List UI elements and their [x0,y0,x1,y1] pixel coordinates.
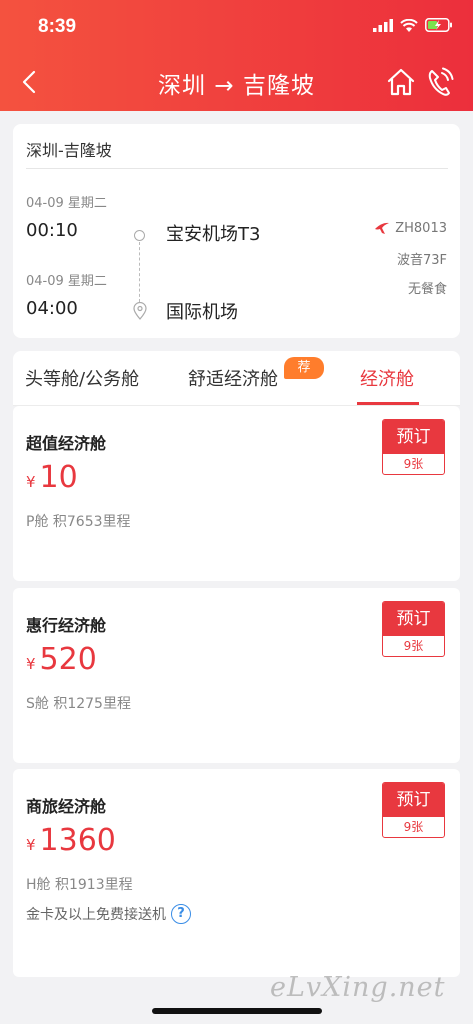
aircraft-type: 波音73F [396,253,447,268]
route-dash-line [139,242,140,302]
divider [26,168,448,169]
tab-premium-economy[interactable]: 舒适经济舱 [188,365,278,391]
app-header: 8:39 深圳 → 吉隆坡 [0,0,473,111]
departure-time: 00:10 [26,220,78,241]
status-time: 8:39 [38,16,77,37]
airline-logo-icon [375,222,390,234]
flight-number: ZH8013 [373,220,447,236]
book-label: 预订 [383,602,444,636]
seats-left: 9张 [403,820,424,834]
flight-info-card: 深圳-吉隆坡 04-09 星期二 00:10 宝安机场T3 04-09 星期二 … [13,124,460,338]
phone-icon [428,67,454,96]
currency-symbol: ¥ [26,836,36,854]
price-value: 520 [39,642,97,677]
battery-charging-icon [425,18,452,32]
book-label: 预订 [383,420,444,454]
currency-symbol: ¥ [26,655,36,673]
route-label: 深圳-吉隆坡 [26,141,112,160]
currency-symbol: ¥ [26,473,36,491]
fare-class-miles: H舱 积1913里程 [26,877,133,893]
fare-name: 惠行经济舱 [26,616,107,635]
tab-economy[interactable]: 经济舱 [360,365,414,391]
recommend-badge: 荐 [284,357,324,379]
wifi-icon [400,18,418,32]
tab-first-business[interactable]: 头等舱/公务舱 [25,365,139,391]
fare-class-miles: P舱 积7653里程 [26,514,131,530]
signal-icon [373,18,393,32]
help-icon[interactable]: ? [171,904,191,924]
fare-price: ¥ 1360 [26,823,116,858]
arrival-time: 04:00 [26,298,78,319]
seats-left: 9张 [403,457,424,471]
watermark: eLvXing.net [270,972,446,1003]
home-icon [387,68,415,96]
book-button[interactable]: 预订 9张 [382,419,445,475]
book-button[interactable]: 预订 9张 [382,782,445,838]
price-value: 10 [39,460,78,495]
meal-info: 无餐食 [407,282,447,297]
departure-date: 04-09 星期二 [26,196,107,211]
location-pin-icon [133,302,147,320]
book-label: 预订 [383,783,444,817]
fare-perk: 金卡及以上免费接送机 ? [26,904,191,924]
cabin-tabs: 头等舱/公务舱 舒适经济舱 荐 经济舱 [13,351,460,405]
arrival-airport: 国际机场 [166,302,238,323]
fare-price: ¥ 520 [26,642,97,677]
fare-card: 商旅经济舱 ¥ 1360 H舱 积1913里程 金卡及以上免费接送机 ? 预订 … [13,769,460,977]
arrival-date: 04-09 星期二 [26,274,107,289]
departure-dot-icon [134,230,145,241]
home-indicator [152,1008,322,1014]
seats-left: 9张 [403,639,424,653]
fare-class-miles: S舱 积1275里程 [26,696,131,712]
fare-price: ¥ 10 [26,460,78,495]
fare-card: 超值经济舱 ¥ 10 P舱 积7653里程 预订 9张 [13,406,460,581]
call-button[interactable] [426,67,454,97]
fare-card: 惠行经济舱 ¥ 520 S舱 积1275里程 预订 9张 [13,588,460,763]
price-value: 1360 [39,823,116,858]
perk-text: 金卡及以上免费接送机 [26,907,166,923]
fare-name: 商旅经济舱 [26,797,107,816]
book-button[interactable]: 预订 9张 [382,601,445,657]
home-button[interactable] [386,67,416,97]
status-icons [373,18,453,32]
flight-number-text: ZH8013 [395,220,447,236]
fare-name: 超值经济舱 [26,434,107,453]
departure-airport: 宝安机场T3 [166,224,261,245]
